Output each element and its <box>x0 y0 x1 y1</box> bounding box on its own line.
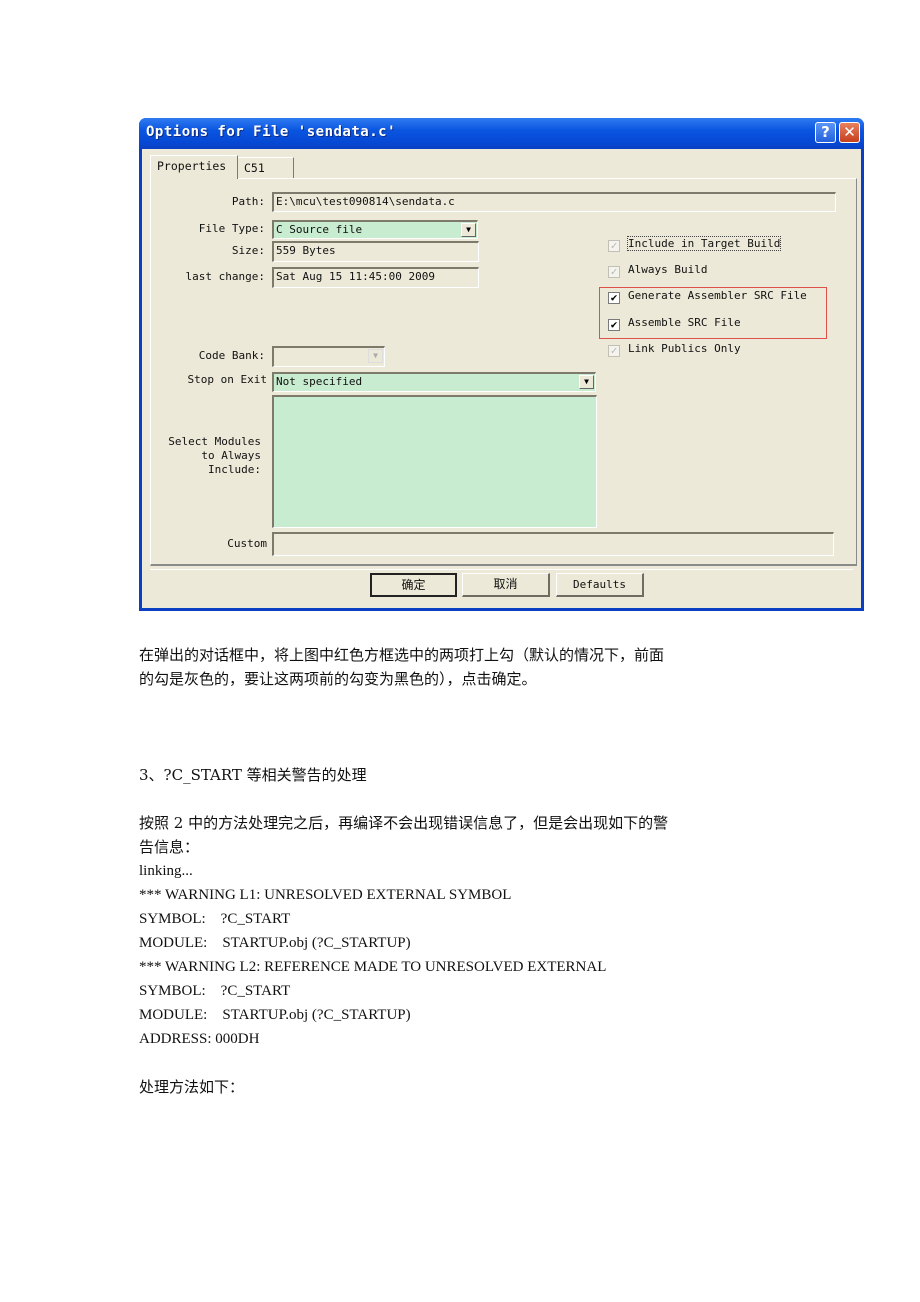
checkbox-link-publics-only[interactable]: ✓ Link Publics Only <box>608 341 741 357</box>
caption-line-2: 的勾是灰色的，要让这两项前的勾变为黑色的），点击确定。 <box>139 670 537 688</box>
properties-panel: Path: E:\mcu\test090814\sendata.c File T… <box>150 178 857 566</box>
log-line: ADDRESS: 000DH <box>139 1031 260 1047</box>
select-modules-list[interactable] <box>272 395 597 528</box>
log-line: *** WARNING L1: UNRESOLVED EXTERNAL SYMB… <box>139 887 512 903</box>
log-line: SYMBOL: ?C_START <box>139 911 291 927</box>
code-bank-label: Code Bank: <box>198 349 265 362</box>
log-line: SYMBOL: ?C_START <box>139 983 291 999</box>
log-line: MODULE: STARTUP.obj (?C_STARTUP) <box>139 1007 411 1023</box>
closing-line: 处理方法如下： <box>139 1078 245 1096</box>
help-icon[interactable]: ? <box>815 122 836 143</box>
dialog-body: Properties C51 Path: E:\mcu\test090814\s… <box>142 149 861 608</box>
tab-properties[interactable]: Properties <box>150 155 238 179</box>
chevron-down-icon[interactable]: ▼ <box>579 375 594 389</box>
custom-label: Custom <box>227 537 267 550</box>
section-heading: 3、?C_START 等相关警告的处理 <box>139 766 367 784</box>
title-bar[interactable]: Options for File 'sendata.c' ? ✕ <box>139 118 864 149</box>
divider <box>150 569 853 570</box>
checkbox-icon[interactable]: ✓ <box>608 240 620 252</box>
chevron-down-icon[interactable]: ▼ <box>461 223 476 237</box>
checkbox-label: Include in Target Build <box>626 236 782 251</box>
checkbox-label: Link Publics Only <box>628 342 741 355</box>
ok-button[interactable]: 确定 <box>370 573 457 597</box>
path-label: Path: <box>231 195 265 208</box>
checkbox-include-in-target-build[interactable]: ✓ Include in Target Build <box>608 236 782 252</box>
dialog-title: Options for File 'sendata.c' <box>146 124 397 140</box>
custom-field[interactable] <box>272 532 834 556</box>
file-type-value: C Source file <box>276 223 363 236</box>
checkbox-icon[interactable]: ✓ <box>608 345 620 357</box>
cancel-button[interactable]: 取消 <box>462 573 550 597</box>
paragraph-line-1: 按照 2 中的方法处理完之后，再编译不会出现错误信息了，但是会出现如下的警 <box>139 814 669 832</box>
path-field[interactable]: E:\mcu\test090814\sendata.c <box>272 192 836 212</box>
last-change-field[interactable]: Sat Aug 15 11:45:00 2009 <box>272 267 479 288</box>
paragraph-line-2: 告信息： <box>139 838 200 856</box>
last-change-label: last change: <box>185 270 265 283</box>
log-line: MODULE: STARTUP.obj (?C_STARTUP) <box>139 935 411 951</box>
checkbox-always-build[interactable]: ✓ Always Build <box>608 262 707 278</box>
stop-on-exit-select[interactable]: Not specified ▼ <box>272 372 596 392</box>
tab-c51[interactable]: C51 <box>238 157 294 179</box>
file-type-select[interactable]: C Source file ▼ <box>272 220 478 239</box>
size-field[interactable]: 559 Bytes <box>272 241 479 262</box>
stop-on-exit-label: Stop on Exit <box>187 373 267 386</box>
close-icon[interactable]: ✕ <box>839 122 860 143</box>
size-label: Size: <box>231 244 265 257</box>
chevron-down-icon[interactable]: ▼ <box>368 349 383 363</box>
code-bank-select[interactable]: ▼ <box>272 346 385 367</box>
checkbox-label: Always Build <box>628 263 708 276</box>
file-type-label: File Type: <box>198 222 265 235</box>
log-line: linking... <box>139 863 193 879</box>
caption-line-1: 在弹出的对话框中，将上图中红色方框选中的两项打上勾（默认的情况下，前面 <box>139 646 665 664</box>
options-dialog: Options for File 'sendata.c' ? ✕ Propert… <box>139 118 864 611</box>
defaults-button[interactable]: Defaults <box>556 573 644 597</box>
checkbox-icon[interactable]: ✓ <box>608 266 620 278</box>
select-modules-label: Select Modules to Always Include: <box>168 435 261 476</box>
stop-on-exit-value: Not specified <box>276 375 363 388</box>
highlight-box <box>599 287 827 339</box>
log-line: *** WARNING L2: REFERENCE MADE TO UNRESO… <box>139 959 607 975</box>
